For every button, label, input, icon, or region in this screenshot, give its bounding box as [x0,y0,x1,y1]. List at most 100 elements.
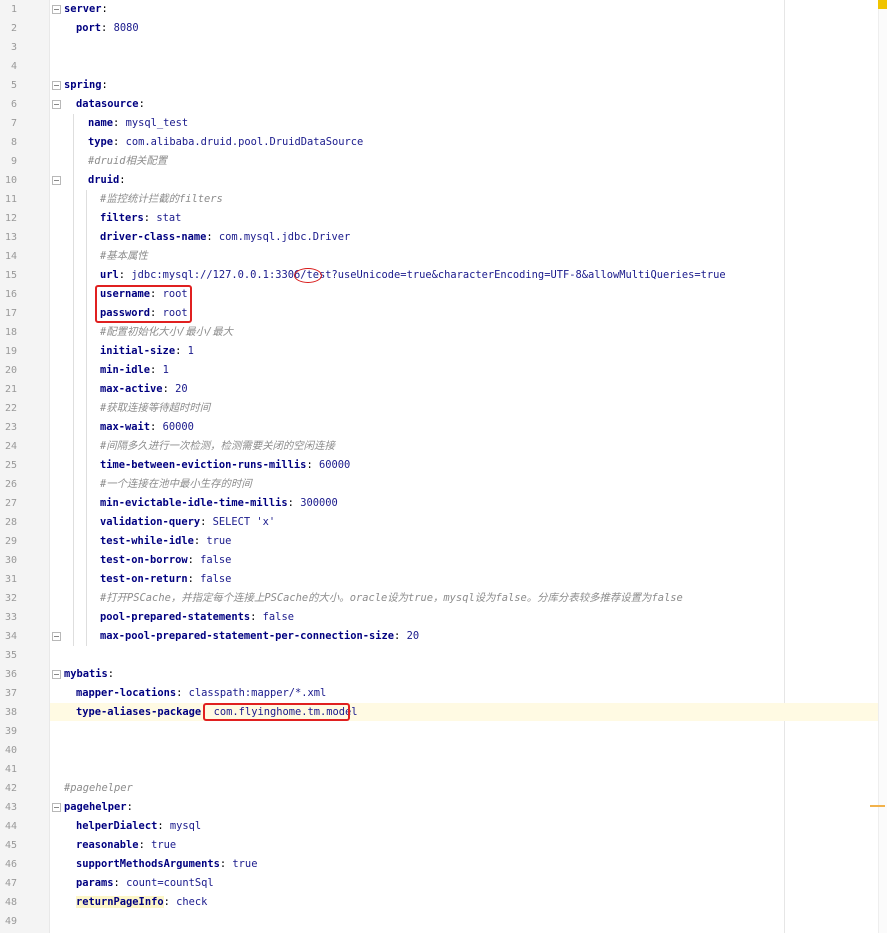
code-line[interactable]: max-wait: 60000 [100,418,194,437]
yaml-value: com.mysql.jdbc.Driver [218,231,351,243]
code-line[interactable]: #基本属性 [100,247,148,266]
yaml-value: false [200,554,232,566]
line-number: 14 [4,251,17,262]
yaml-separator: : [162,383,169,395]
fold-toggle-icon[interactable] [52,803,61,812]
line-number: 30 [4,555,17,566]
yaml-key: helperDialect [76,820,158,832]
yaml-value: 1 [162,364,169,376]
yaml-separator: : [187,554,194,566]
line-number: 20 [4,365,17,376]
code-line[interactable]: mybatis: [64,665,114,684]
yaml-value: 60000 [318,459,351,471]
code-line[interactable]: #druid相关配置 [88,152,167,171]
line-number: 2 [10,23,17,34]
fold-toggle-icon[interactable] [52,5,61,14]
code-line[interactable]: min-idle: 1 [100,361,169,380]
code-line[interactable]: min-evictable-idle-time-millis: 300000 [100,494,338,513]
code-line[interactable]: helperDialect: mysql [76,817,201,836]
code-line[interactable]: filters: stat [100,209,181,228]
code-line[interactable]: test-on-borrow: false [100,551,231,570]
fold-toggle-icon[interactable] [52,176,61,185]
code-line[interactable]: max-active: 20 [100,380,188,399]
line-number: 26 [4,479,17,490]
fold-toggle-icon[interactable] [52,100,61,109]
yaml-key: test-on-return [100,573,188,585]
code-line[interactable]: driver-class-name: com.mysql.jdbc.Driver [100,228,350,247]
code-line[interactable]: port: 8080 [76,19,139,38]
code-line[interactable]: time-between-eviction-runs-millis: 60000 [100,456,350,475]
yaml-separator: : [394,630,401,642]
yaml-key: name [88,117,114,129]
code-line[interactable]: #间隔多久进行一次检测，检测需要关闭的空闲连接 [100,437,335,456]
yaml-value: com.alibaba.druid.pool.DruidDataSource [125,136,364,148]
fold-toggle-icon[interactable] [52,81,61,90]
inspection-status-icon[interactable] [878,0,887,9]
yaml-key: supportMethodsArguments [76,858,220,870]
code-line[interactable]: #一个连接在池中最小生存的时间 [100,475,252,494]
yaml-separator: : [138,839,145,851]
yaml-separator: : [138,98,145,110]
code-line[interactable]: #配置初始化大小/最小/最大 [100,323,233,342]
yaml-value: false [200,573,232,585]
line-number: 35 [4,650,17,661]
yaml-comment: #基本属性 [100,250,148,262]
yaml-value: jdbc:mysql://127.0.0.1:3306/test?useUnic… [131,269,726,281]
warning-stripe-marker[interactable] [870,805,885,807]
yaml-separator: : [250,611,257,623]
code-line[interactable]: #获取连接等待超时时间 [100,399,210,418]
line-number-gutter: 1 2 3 4 5 6 7 8 9 10 11 12 13 14 15 16 17 18 19 20 21 22 23 24 2… [0,0,50,933]
yaml-value: check [176,896,208,908]
indent-guide [73,114,74,646]
yaml-key: max-wait [100,421,151,433]
code-line[interactable]: name: mysql_test [88,114,188,133]
code-line[interactable]: mapper-locations: classpath:mapper/*.xml [76,684,326,703]
indent-guide [86,190,87,646]
line-number: 5 [10,80,17,91]
yaml-separator: : [163,896,170,908]
code-line[interactable]: #pagehelper [64,779,133,798]
code-line[interactable]: server: [64,0,108,19]
code-line[interactable]: initial-size: 1 [100,342,194,361]
yaml-key: params [76,877,114,889]
yaml-comment: #一个连接在池中最小生存的时间 [100,478,252,490]
annotation-box-credentials [95,285,192,323]
line-number: 36 [4,669,17,680]
line-number: 47 [4,878,17,889]
yaml-key: spring [64,79,102,91]
code-line[interactable]: validation-query: SELECT 'x' [100,513,275,532]
code-line[interactable]: test-while-idle: true [100,532,231,551]
fold-toggle-icon[interactable] [52,632,61,641]
code-line[interactable]: test-on-return: false [100,570,231,589]
code-line[interactable]: datasource: [76,95,145,114]
line-number: 6 [10,99,17,110]
code-line[interactable]: url: jdbc:mysql://127.0.0.1:3306/test?us… [100,266,726,285]
vertical-scrollbar[interactable] [878,0,887,933]
code-line[interactable]: type: com.alibaba.druid.pool.DruidDataSo… [88,133,363,152]
code-line[interactable]: spring: [64,76,108,95]
code-line[interactable]: reasonable: true [76,836,176,855]
line-number: 38 [4,707,17,718]
code-line[interactable]: pool-prepared-statements: false [100,608,294,627]
code-line[interactable]: pagehelper: [64,798,133,817]
line-number: 33 [4,612,17,623]
yaml-key: max-active [100,383,163,395]
yaml-separator: : [113,117,120,129]
yaml-key: pagehelper [64,801,127,813]
right-margin-guide [784,0,785,933]
code-line[interactable]: max-pool-prepared-statement-per-connecti… [100,627,419,646]
code-line[interactable]: returnPageInfo: check [76,893,207,912]
line-number: 40 [4,745,17,756]
code-line[interactable]: supportMethodsArguments: true [76,855,257,874]
code-line[interactable]: params: count=countSql [76,874,214,893]
code-line[interactable]: #监控统计拦截的filters [100,190,223,209]
yaml-key: min-idle [100,364,151,376]
yaml-key: type-aliases-package [76,706,202,718]
yaml-key: test-while-idle [100,535,194,547]
fold-toggle-icon[interactable] [52,670,61,679]
yaml-key: mapper-locations [76,687,177,699]
line-number: 17 [4,308,17,319]
code-line[interactable]: druid: [88,171,126,190]
line-number: 15 [4,270,17,281]
code-line[interactable]: #打开PSCache，并指定每个连接上PSCache的大小。oracle设为tr… [100,589,683,608]
